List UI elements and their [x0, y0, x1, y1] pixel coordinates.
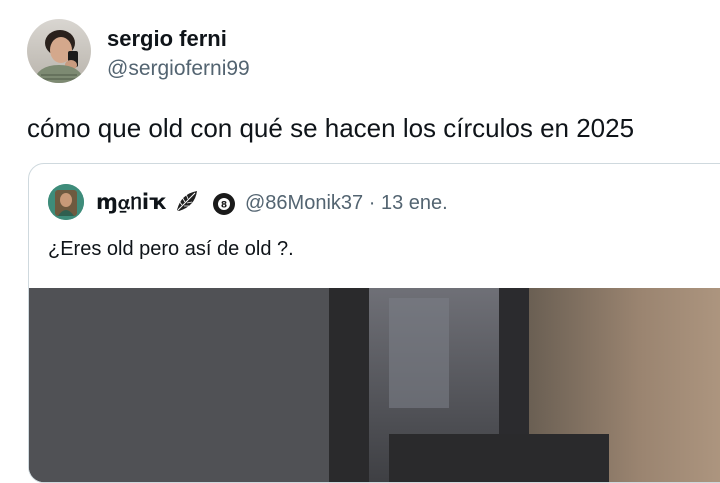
badge-number: 8	[221, 201, 227, 211]
quoted-author-name[interactable]: ɱ⍶ᥒiҡ	[96, 190, 166, 215]
author-avatar[interactable]	[27, 19, 91, 83]
eight-ball-icon: 8	[213, 193, 235, 215]
leaf-icon	[173, 188, 201, 214]
tweet-text: cómo que old con qué se hacen los círcul…	[27, 113, 635, 143]
quoted-tweet-card[interactable]: ɱ⍶ᥒiҡ 8 @86Monik37 · 13 ene. ¿Eres old p…	[28, 163, 720, 483]
quoted-tweet-date[interactable]: 13 ene.	[381, 192, 448, 214]
quoted-author-handle[interactable]: @86Monik37	[245, 192, 363, 214]
author-handle[interactable]: @sergioferni99	[107, 57, 250, 81]
photo-attachment-icon	[29, 288, 720, 482]
avatar-photo-icon	[27, 19, 91, 83]
quoted-tweet-media[interactable]	[29, 288, 720, 482]
quoted-author-avatar[interactable]	[48, 184, 84, 220]
meta-separator: ·	[368, 192, 376, 214]
avatar-photo-icon	[48, 184, 84, 220]
quoted-tweet-text: ¿Eres old pero así de old ?.	[48, 238, 294, 260]
quoted-author-meta: @86Monik37 · 13 ene.	[245, 192, 448, 215]
author-name[interactable]: sergio ferni	[107, 26, 227, 52]
